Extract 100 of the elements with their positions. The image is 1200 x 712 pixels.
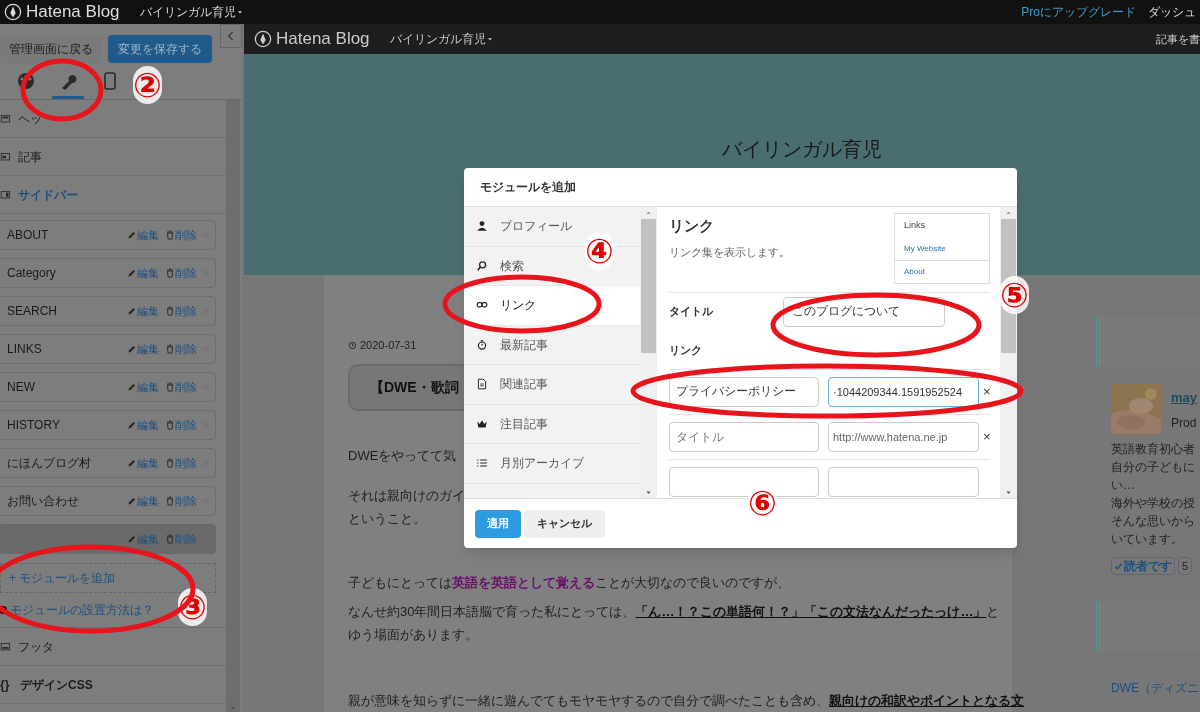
caret-icon [235, 8, 244, 16]
sample-title: Links [904, 219, 926, 232]
stopwatch-icon [476, 338, 488, 351]
panel-icon [0, 112, 12, 125]
check-icon [1114, 561, 1123, 571]
apply-button[interactable]: 適用 [475, 509, 521, 538]
pencil-icon [127, 306, 137, 316]
edit-link[interactable]: 編集 [127, 264, 159, 282]
module-description: リンク集を表示します。 [669, 244, 790, 260]
remove-link-button[interactable]: × [983, 381, 991, 402]
profile-bio-line: いています。 [1111, 531, 1184, 548]
panel-icon [0, 188, 12, 201]
help-link[interactable]: モジュールの設置方法は？ [10, 601, 154, 619]
collapse-button[interactable] [220, 24, 242, 48]
link-url-input[interactable] [828, 466, 979, 497]
pencil-icon [127, 534, 137, 544]
profile-name[interactable]: may [1171, 388, 1198, 408]
logo-text[interactable]: Hatena Blog [276, 26, 370, 52]
section-label: 記事 [18, 148, 42, 166]
panel-icon [0, 150, 12, 163]
dashboard-link[interactable]: ダッシュ [1148, 3, 1196, 21]
module-row[interactable]: NEW 編集 削除 [0, 372, 216, 402]
scroll-up-icon [1004, 209, 1013, 216]
link-url-input[interactable]: ·1044209344.1591952524 [828, 376, 979, 407]
scroll-up-icon [644, 209, 653, 216]
module-name: NEW [7, 379, 35, 396]
module-name: SEARCH [7, 303, 57, 320]
delete-link[interactable]: 削除 [165, 302, 197, 320]
pencil-icon [127, 230, 137, 240]
article-text: ということ。 [348, 510, 426, 528]
entry-date: 2020-07-31 [360, 338, 417, 353]
scrollbar[interactable] [226, 100, 240, 712]
delete-link[interactable]: 削除 [165, 340, 197, 358]
link-title-input[interactable]: プライバシーポリシー [669, 376, 819, 407]
logo-text[interactable]: Hatena Blog [26, 0, 120, 25]
delete-link[interactable]: 削除 [165, 264, 197, 282]
trash-icon [165, 306, 175, 316]
person-icon [476, 220, 488, 233]
module-name: Category [7, 265, 56, 282]
edit-link[interactable]: 編集 [127, 378, 159, 396]
profile-subtitle: Prod [1171, 414, 1198, 432]
scroll-down-icon [228, 704, 238, 712]
module-row[interactable]: LINKS 編集 削除 [0, 334, 216, 364]
profile-bio-line: 自分の子どもに [1111, 459, 1196, 476]
sample-link[interactable]: My Website [904, 237, 989, 260]
clock-icon [348, 340, 357, 350]
delete-link[interactable]: 削除 [165, 492, 197, 510]
article-text: 子どもにとっては英語を英語として覚えることが大切なので良いのですが、 [348, 574, 790, 592]
module-name: お問い合わせ [7, 493, 79, 510]
article-text: DWEをやってて気 [348, 447, 457, 465]
module-row[interactable]: にほんブログ村 編集 削除 [0, 448, 216, 478]
cancel-button[interactable]: キャンセル [524, 509, 605, 538]
save-button[interactable]: 変更を保存する [108, 35, 212, 63]
module-row[interactable]: お問い合わせ 編集 削除 [0, 486, 216, 516]
section-label: ヘッ [18, 110, 42, 128]
delete-link[interactable]: 削除 [165, 416, 197, 434]
module-type-item[interactable]: リンク [464, 286, 640, 326]
module-row[interactable]: ABOUT 編集 削除 [0, 220, 216, 250]
field-label: タイトル [669, 304, 714, 320]
profile-bio-line: 海外や学校の授 [1111, 495, 1196, 512]
remove-link-button[interactable]: × [983, 426, 991, 447]
section-label: デザインCSS [20, 676, 93, 694]
scrollbar[interactable] [640, 207, 657, 498]
edit-link[interactable]: 編集 [127, 492, 159, 510]
link-url-input[interactable]: http://www.hatena.ne.jp [828, 421, 979, 452]
delete-link[interactable]: 削除 [165, 226, 197, 244]
trash-icon [165, 458, 175, 468]
blog-menu[interactable]: バイリンガル育児 [139, 3, 244, 21]
edit-link[interactable]: 編集 [127, 454, 159, 472]
sample-link[interactable]: About [895, 259, 989, 283]
reader-count: 5 [1178, 557, 1193, 575]
scroll-down-icon [1004, 489, 1013, 496]
link-title-input[interactable]: タイトル [669, 421, 819, 452]
trash-icon [165, 496, 175, 506]
upgrade-link[interactable]: Proにアップグレード [1021, 3, 1136, 21]
module-name: ABOUT [7, 227, 49, 244]
trash-icon [165, 230, 175, 240]
pencil-icon [127, 458, 137, 468]
module-name: にほんブログ村 [7, 455, 91, 472]
module-row[interactable]: HISTORY 編集 削除 [0, 410, 216, 440]
module-row[interactable]: Category 編集 削除 [0, 258, 216, 288]
edit-link[interactable]: 編集 [127, 302, 159, 320]
trash-icon [165, 420, 175, 430]
document-icon [476, 378, 488, 391]
blog-title[interactable]: バイリンガル育児 [722, 134, 882, 160]
blog-menu[interactable]: バイリンガル育児 [389, 30, 494, 48]
edit-link[interactable]: 編集 [127, 226, 159, 244]
write-link[interactable]: 記事を書 [1156, 30, 1200, 48]
module-row[interactable]: SEARCH 編集 削除 [0, 296, 216, 326]
edit-link[interactable]: 編集 [127, 416, 159, 434]
delete-link[interactable]: 削除 [165, 378, 197, 396]
module-name: HISTORY [7, 417, 60, 434]
article-text: なんせ約30年間日本語脳で育った私にとっては、「ん…！？この単語何！？」「この文法なんだったっけ…」とゆう場面があります。 [348, 603, 1001, 644]
trash-icon [165, 534, 175, 544]
field-label: リンク [669, 343, 702, 356]
delete-link[interactable]: 削除 [165, 454, 197, 472]
pencil-icon [127, 496, 137, 506]
pencil-icon [127, 344, 137, 354]
edit-link[interactable]: 編集 [127, 340, 159, 358]
back-button[interactable]: 管理画面に戻る [0, 35, 102, 63]
